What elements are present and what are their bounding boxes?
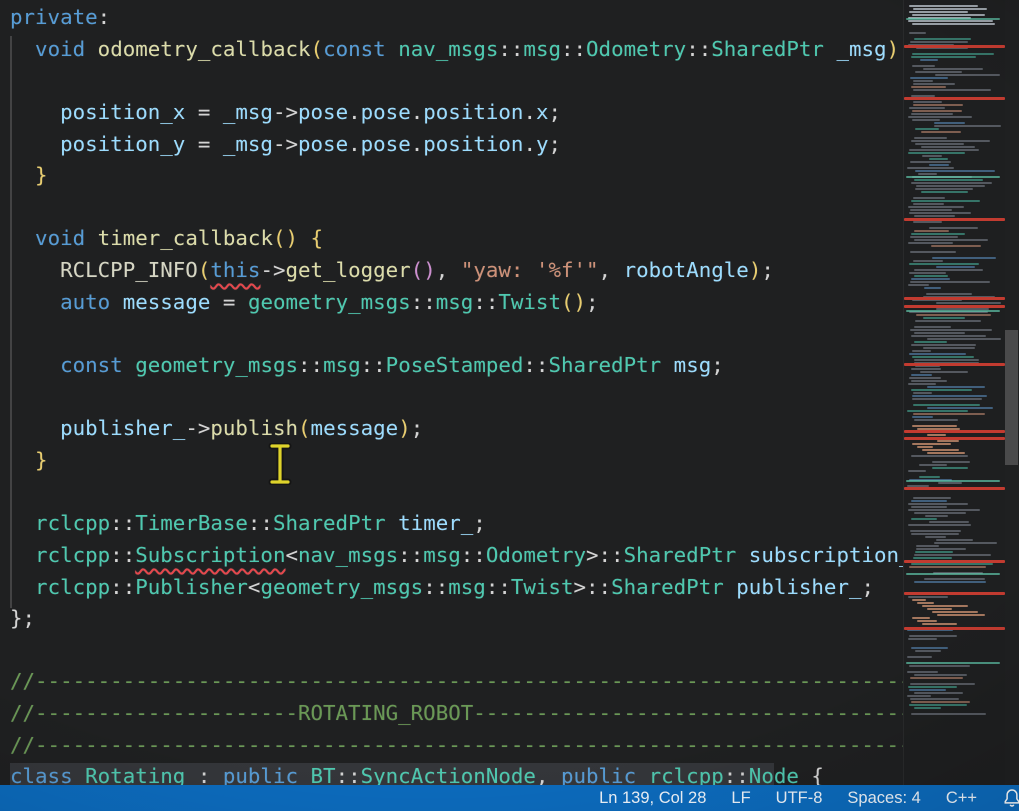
vscode-window: private: void odometry_callback(const na… bbox=[0, 0, 1019, 811]
code-line[interactable] bbox=[10, 318, 903, 350]
code-line[interactable]: rclcpp::TimerBase::SharedPtr timer_; bbox=[10, 508, 903, 540]
code-line[interactable]: //---------------------ROTATING_ROBOT---… bbox=[10, 698, 903, 730]
code-line[interactable]: rclcpp::Publisher<geometry_msgs::msg::Tw… bbox=[10, 572, 903, 604]
code-line[interactable]: //--------------------------------------… bbox=[10, 730, 903, 762]
code-line[interactable]: auto message = geometry_msgs::msg::Twist… bbox=[10, 287, 903, 319]
code-line[interactable]: position_x = _msg->pose.pose.position.x; bbox=[10, 97, 903, 129]
ibeam-mouse-cursor bbox=[268, 443, 292, 485]
code-line[interactable] bbox=[10, 192, 903, 224]
code-line[interactable] bbox=[10, 65, 903, 97]
code-line[interactable]: publisher_->publish(message); bbox=[10, 413, 903, 445]
code-editor[interactable]: private: void odometry_callback(const na… bbox=[0, 0, 903, 785]
status-encoding[interactable]: UTF-8 bbox=[776, 789, 823, 808]
code-line[interactable]: void timer_callback() { bbox=[10, 223, 903, 255]
code-line[interactable] bbox=[10, 635, 903, 667]
code-line[interactable]: } bbox=[10, 445, 903, 477]
code-line[interactable]: private: bbox=[10, 2, 903, 34]
status-bar: Ln 139, Col 28 LF UTF-8 Spaces: 4 C++ bbox=[0, 785, 1019, 811]
code-line[interactable] bbox=[10, 382, 903, 414]
code-line[interactable]: const geometry_msgs::msg::PoseStamped::S… bbox=[10, 350, 903, 382]
status-language[interactable]: C++ bbox=[946, 789, 977, 808]
status-indentation[interactable]: Spaces: 4 bbox=[847, 789, 920, 808]
code-area: private: void odometry_callback(const na… bbox=[10, 2, 903, 785]
code-line[interactable]: void odometry_callback(const nav_msgs::m… bbox=[10, 34, 903, 66]
code-line[interactable]: } bbox=[10, 160, 903, 192]
scrollbar-thumb[interactable] bbox=[1005, 330, 1018, 465]
scrollbar[interactable] bbox=[1004, 0, 1019, 785]
status-eol[interactable]: LF bbox=[731, 789, 750, 808]
code-line[interactable] bbox=[10, 477, 903, 509]
code-line[interactable]: }; bbox=[10, 603, 903, 635]
notifications-bell-icon[interactable] bbox=[1002, 788, 1019, 808]
code-line[interactable]: rclcpp::Subscription<nav_msgs::msg::Odom… bbox=[10, 540, 903, 572]
minimap[interactable] bbox=[903, 0, 1005, 785]
code-line[interactable]: class Rotating : public BT::SyncActionNo… bbox=[10, 761, 903, 785]
code-line[interactable]: //--------------------------------------… bbox=[10, 666, 903, 698]
status-cursor-position[interactable]: Ln 139, Col 28 bbox=[599, 789, 706, 808]
code-line[interactable]: RCLCPP_INFO(this->get_logger(), "yaw: '%… bbox=[10, 255, 903, 287]
code-line[interactable]: position_y = _msg->pose.pose.position.y; bbox=[10, 129, 903, 161]
